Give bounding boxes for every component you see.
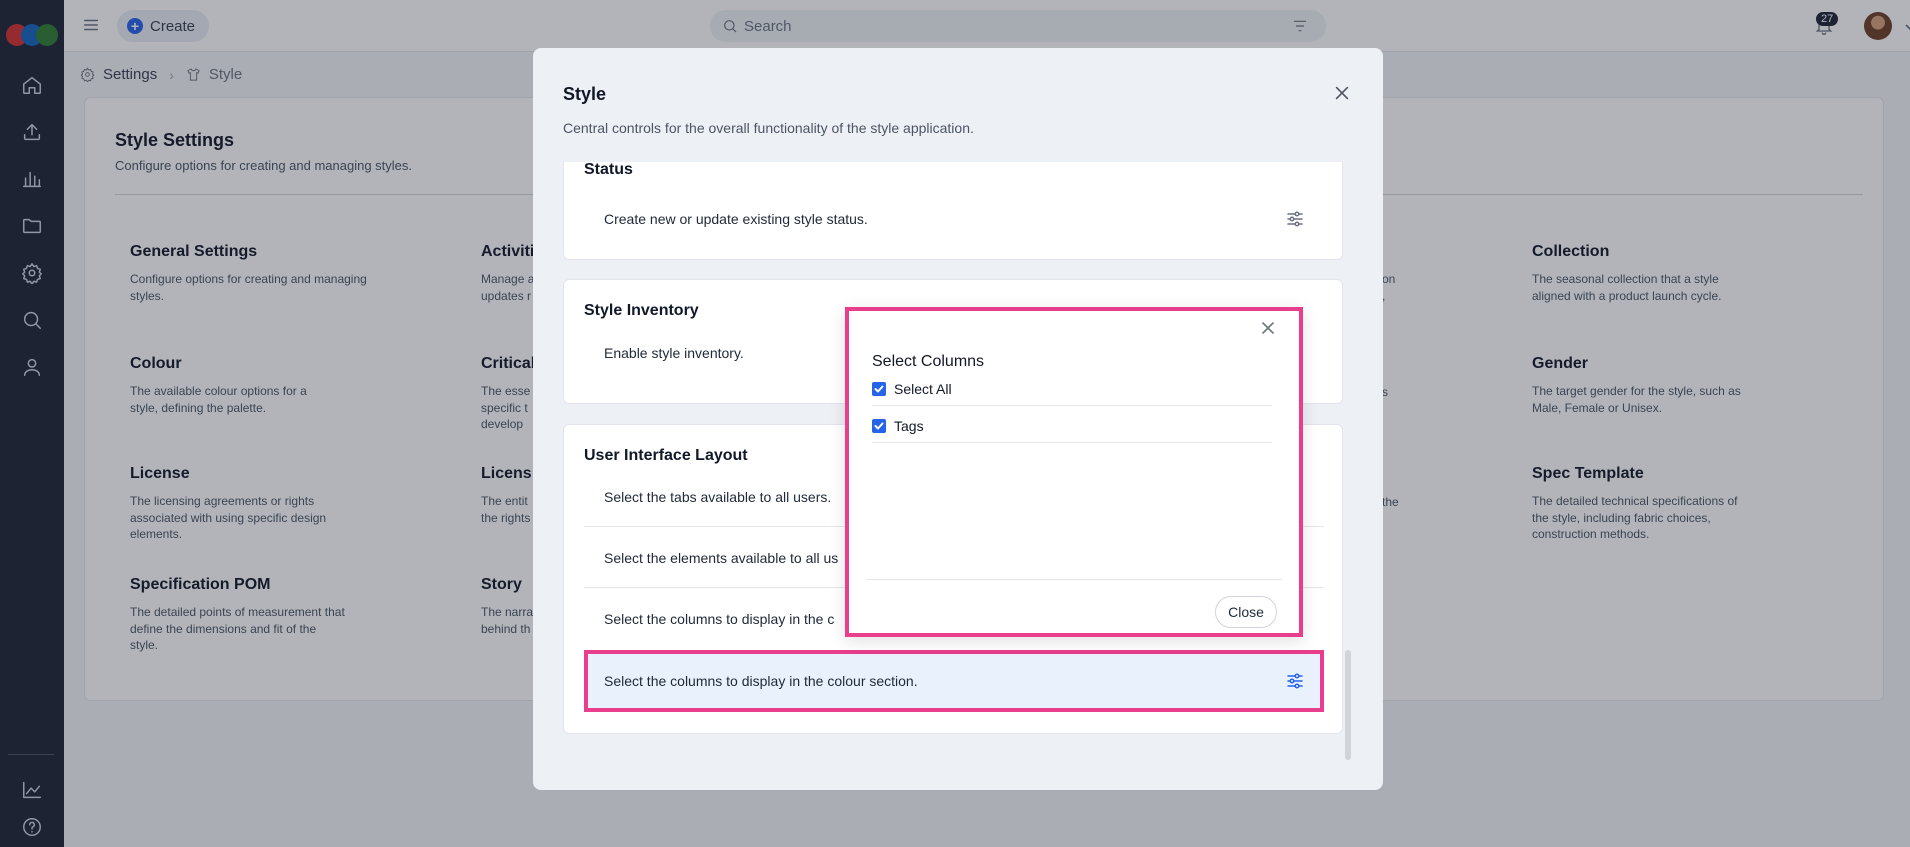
- row-label: Select the columns to display in the col…: [604, 673, 918, 689]
- close-icon[interactable]: [1333, 84, 1353, 104]
- tune-icon[interactable]: [1286, 672, 1304, 690]
- option-tags[interactable]: Tags: [872, 409, 1272, 443]
- row-label: Select the columns to display in the c: [604, 611, 835, 627]
- section-title: Status: [584, 162, 633, 178]
- modal-title: Style: [563, 84, 607, 104]
- status-row: Create new or update existing style stat…: [584, 189, 1324, 249]
- close-icon[interactable]: [1261, 321, 1275, 335]
- checkbox-checked[interactable]: [872, 381, 886, 396]
- row-label: Select the elements available to all us: [604, 549, 839, 566]
- ui-layout-row-colour-columns: Select the columns to display in the col…: [584, 650, 1324, 712]
- tune-icon[interactable]: [1286, 210, 1304, 228]
- row-label: Create new or update existing style stat…: [604, 211, 868, 227]
- checkbox-checked[interactable]: [872, 418, 886, 433]
- section-title: Style Inventory: [584, 302, 699, 319]
- close-button[interactable]: Close: [1215, 596, 1277, 628]
- modal-scrollbar[interactable]: [1345, 650, 1351, 760]
- status-section: Status Create new or update existing sty…: [563, 162, 1343, 260]
- select-columns-popup: Select Columns Select All Tags Close: [845, 307, 1303, 637]
- popup-divider: [866, 579, 1282, 580]
- row-label: Enable style inventory.: [604, 345, 744, 361]
- option-label: Tags: [894, 417, 924, 434]
- row-label: Select the tabs available to all users.: [604, 488, 832, 505]
- option-label: Select All: [894, 380, 952, 397]
- modal-subtitle: Central controls for the overall functio…: [563, 120, 974, 136]
- option-select-all[interactable]: Select All: [872, 372, 1272, 406]
- section-title: User Interface Layout: [584, 447, 748, 464]
- popup-title: Select Columns: [872, 353, 985, 370]
